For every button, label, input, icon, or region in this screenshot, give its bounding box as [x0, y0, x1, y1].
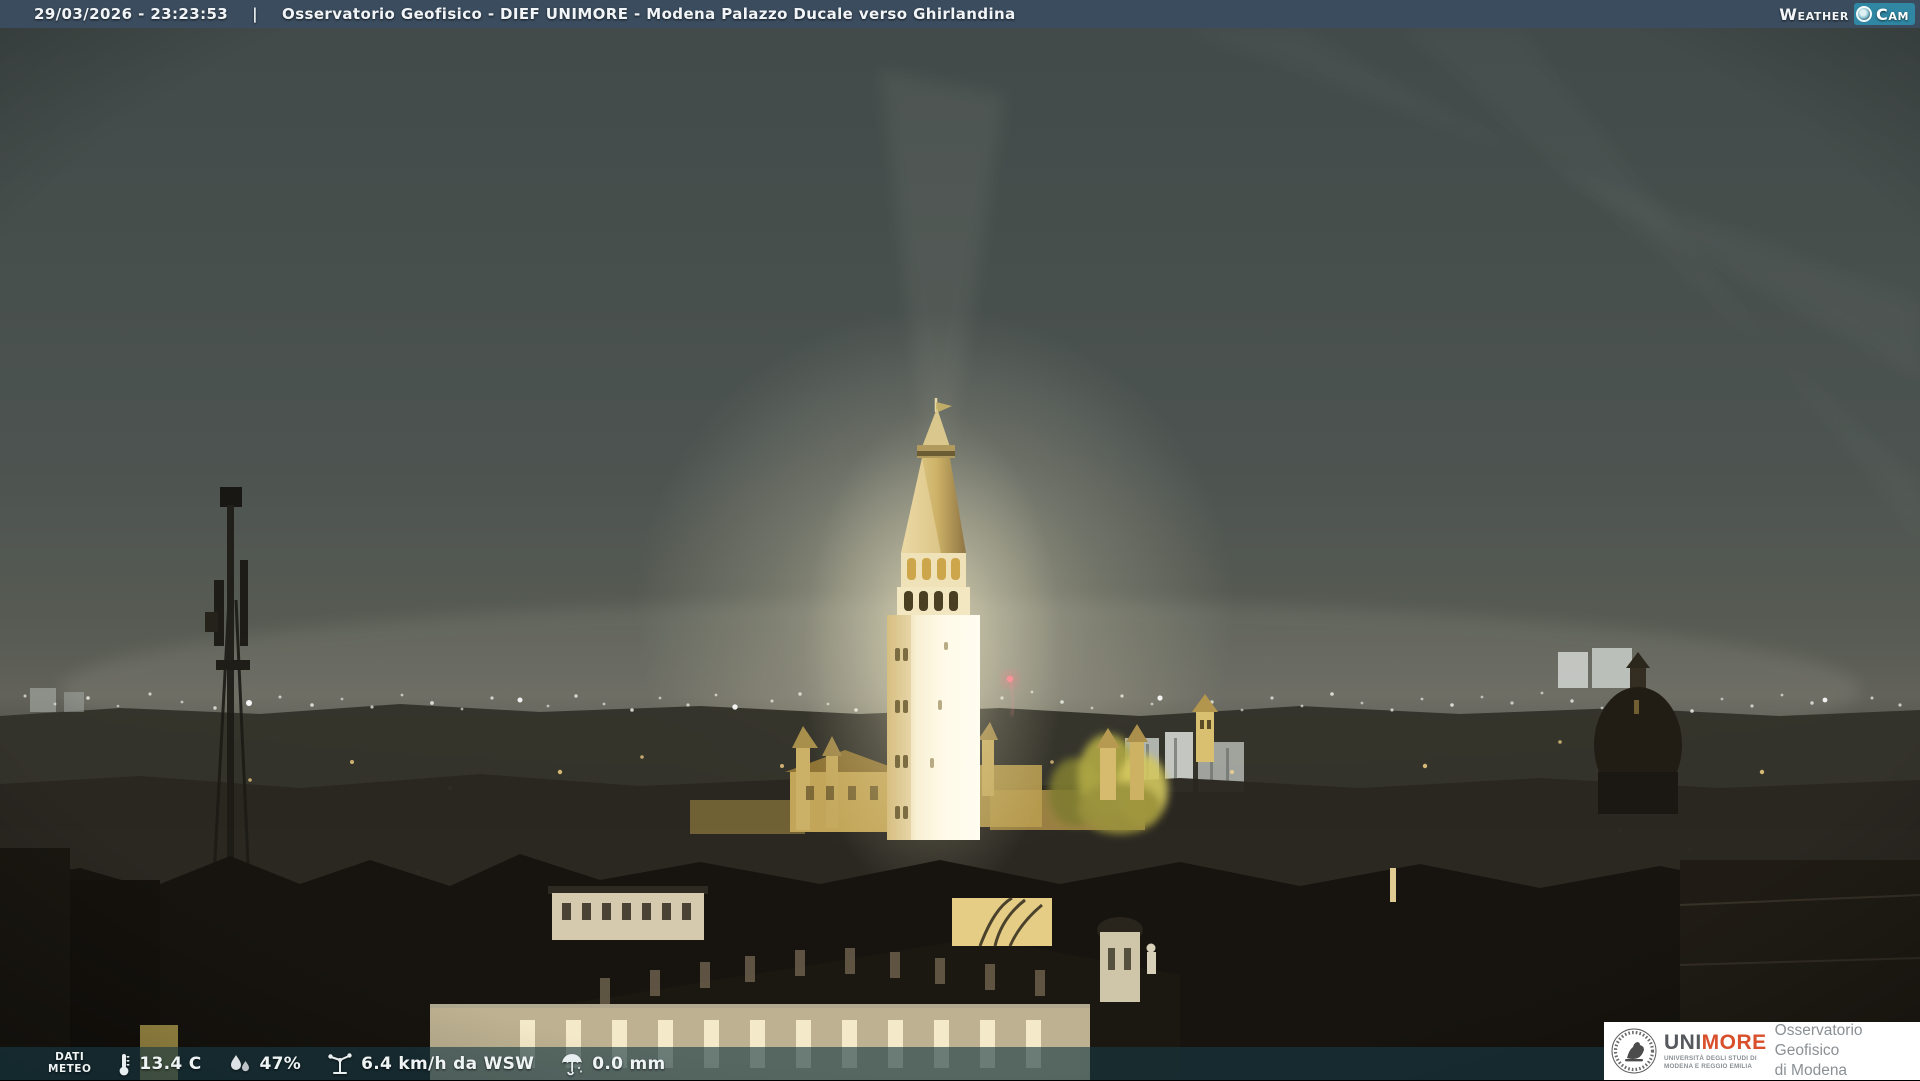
datetime-label: 29/03/2026 - 23:23:53 — [34, 5, 229, 23]
humidity-item: 47% — [228, 1053, 302, 1075]
unimore-seal-icon — [1611, 1028, 1657, 1074]
university-subtitle: UNIVERSITÀ DEGLI STUDI DI MODENA E REGGI… — [1664, 1054, 1757, 1070]
rain-item: 0.0 mm — [560, 1052, 665, 1076]
rain-icon — [562, 1053, 583, 1075]
unimore-wordmark: UNIMORE — [1664, 1030, 1767, 1054]
observatory-name: Osservatorio Geofisico di Modena — [1774, 1021, 1863, 1080]
webcam-photo — [0, 0, 1920, 1080]
unimore-logo-block: UNIMORE UNIVERSITÀ DEGLI STUDI DI MODENA… — [1664, 1032, 1767, 1071]
wind-value: 6.4 km/h da WSW — [361, 1053, 535, 1074]
wind-icon — [328, 1052, 352, 1074]
unimore-brand-box: UNIMORE UNIVERSITÀ DEGLI STUDI DI MODENA… — [1604, 1022, 1920, 1080]
temperature-value: 13.4 C — [139, 1053, 202, 1074]
thermometer-icon — [119, 1053, 130, 1075]
webcam-page: 29/03/2026 - 23:23:53 | Osservatorio Geo… — [0, 0, 1920, 1080]
page-title: Osservatorio Geofisico - DIEF UNIMORE - … — [282, 5, 1016, 23]
humidity-value: 47% — [259, 1053, 302, 1074]
dati-meteo-label: DATI METEO — [48, 1050, 92, 1075]
top-bar: 29/03/2026 - 23:23:53 | Osservatorio Geo… — [0, 0, 1920, 28]
camera-lens-icon — [1855, 6, 1872, 22]
humidity-icon — [230, 1054, 249, 1071]
weathercam-weather-text: Weather — [1779, 4, 1849, 24]
weathercam-cam-text: Cam — [1875, 4, 1909, 24]
wind-item: 6.4 km/h da WSW — [327, 1052, 534, 1076]
temperature-item: 13.4 C — [117, 1052, 201, 1076]
weathercam-logo: Weather Cam — [1779, 3, 1915, 25]
weathercam-cam-box: Cam — [1853, 3, 1915, 25]
rain-value: 0.0 mm — [592, 1053, 666, 1074]
separator: | — [252, 5, 259, 23]
